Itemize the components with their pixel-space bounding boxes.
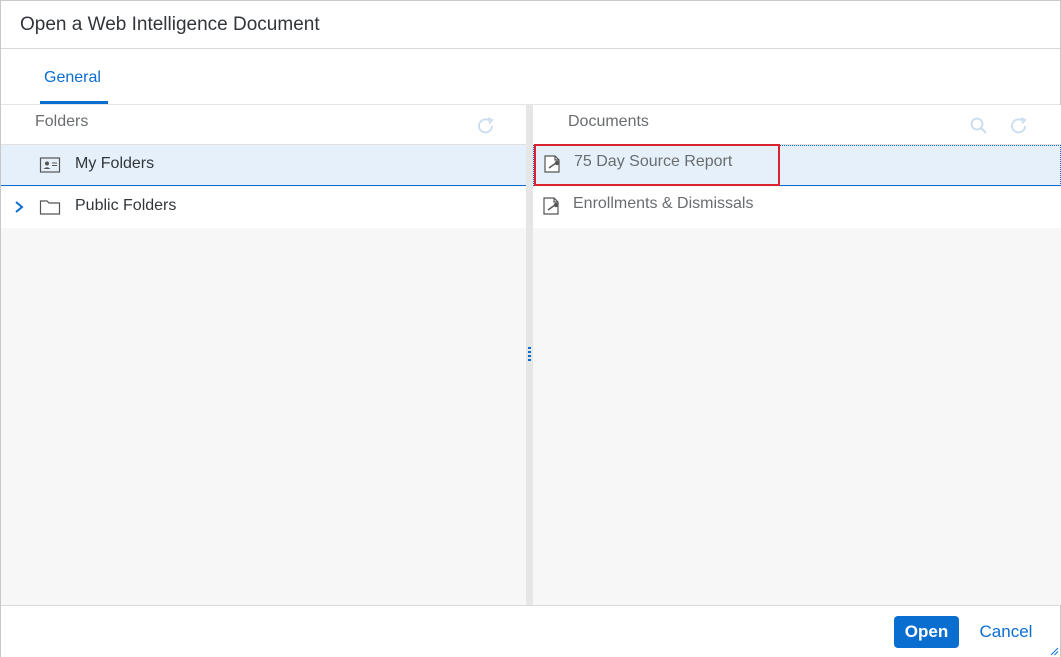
documents-pane-header: Documents	[533, 105, 1061, 145]
tab-general[interactable]: General	[40, 49, 108, 104]
folders-pane: Folders My Folders Public Folders	[1, 105, 526, 605]
search-icon[interactable]	[968, 115, 990, 137]
splitter-grip-icon	[528, 347, 531, 363]
refresh-documents-icon[interactable]	[1008, 115, 1030, 137]
document-label: Enrollments & Dismissals	[573, 195, 754, 212]
folder-icon	[39, 200, 61, 215]
documents-pane: Documents 75 Day Source Report Enrollmen…	[533, 105, 1061, 605]
webi-document-icon	[543, 197, 559, 215]
document-row-enrollments-dismissals[interactable]: Enrollments & Dismissals	[533, 187, 1061, 228]
refresh-folders-icon[interactable]	[475, 115, 497, 137]
folder-label: My Folders	[75, 155, 155, 172]
dialog-title-bar: Open a Web Intelligence Document	[1, 1, 1060, 49]
documents-header-label: Documents	[568, 113, 649, 130]
folder-row-public-folders[interactable]: Public Folders	[1, 187, 526, 228]
dialog-title: Open a Web Intelligence Document	[20, 14, 320, 35]
cancel-button[interactable]: Cancel	[967, 616, 1045, 648]
open-document-dialog: Open a Web Intelligence Document General…	[0, 0, 1061, 657]
webi-document-icon	[544, 155, 560, 173]
document-row-75-day-source-report[interactable]: 75 Day Source Report	[533, 145, 1061, 186]
folders-header-label: Folders	[35, 113, 89, 130]
tab-active-indicator	[40, 101, 108, 104]
document-label: 75 Day Source Report	[574, 153, 733, 170]
dialog-footer: Open Cancel	[1, 605, 1060, 657]
open-button[interactable]: Open	[894, 616, 959, 648]
user-folder-icon	[39, 157, 61, 173]
folder-row-my-folders[interactable]: My Folders	[1, 145, 526, 186]
tab-general-label: General	[44, 69, 101, 86]
folders-pane-header: Folders	[1, 105, 526, 145]
folder-label: Public Folders	[75, 197, 177, 214]
chevron-right-icon[interactable]	[11, 199, 27, 215]
resize-grip-icon[interactable]	[1049, 646, 1059, 656]
tab-bar: General	[1, 49, 1060, 105]
pane-splitter[interactable]	[526, 105, 533, 605]
